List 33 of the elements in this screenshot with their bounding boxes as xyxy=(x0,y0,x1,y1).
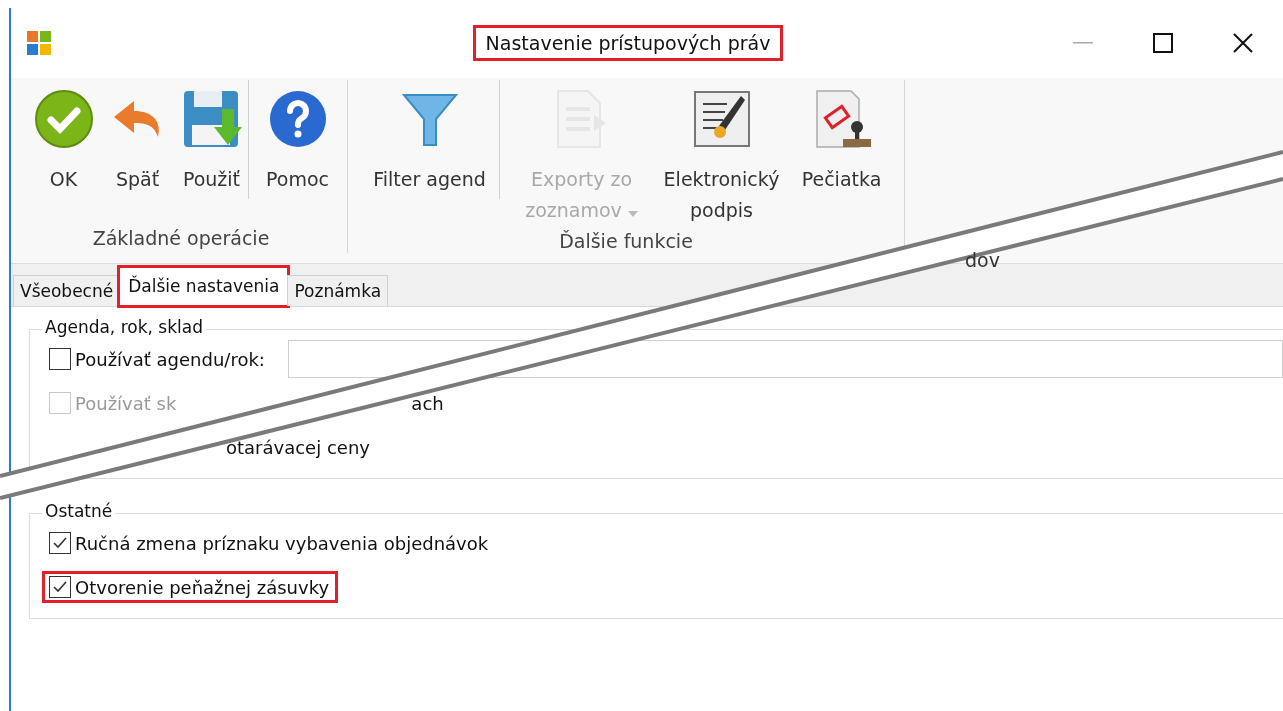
checkbox[interactable] xyxy=(49,576,71,598)
checkmark-icon xyxy=(33,89,94,149)
group-label: Ďalšie funkcie xyxy=(559,230,693,254)
maximize-icon xyxy=(1153,33,1173,53)
help-icon xyxy=(267,89,328,149)
tab[interactable]: Ďalšie nastavenia xyxy=(119,267,289,306)
checkbox-row[interactable]: Otvorenie peňažnej zásuvky xyxy=(42,571,339,603)
window-title: Nastavenie prístupových práv xyxy=(472,25,784,61)
dropdown-caret-icon xyxy=(627,211,638,217)
checkmark-icon xyxy=(52,580,68,594)
ribbon-button[interactable]: Pomoc xyxy=(261,80,335,199)
group-title: Agenda, rok, sklad xyxy=(42,317,206,337)
option-label: ach xyxy=(411,392,444,414)
checkmark-icon xyxy=(52,536,68,550)
ribbon-button[interactable]: OK xyxy=(27,80,101,199)
ribbon-button[interactable]: Pečiatka xyxy=(792,80,892,199)
checkbox-row[interactable]: Ručná zmena príznaku vybavenia objednávok xyxy=(42,527,498,559)
checkbox-row[interactable]: Používať agendu/rok: xyxy=(42,343,274,375)
minimize-icon xyxy=(1073,42,1093,44)
close-icon xyxy=(1233,33,1253,53)
ribbon-button[interactable]: Použiť xyxy=(175,80,249,199)
ribbon-button[interactable]: Späť xyxy=(101,80,175,199)
floppy-disk-icon xyxy=(181,89,242,149)
app-logo-icon xyxy=(25,29,53,57)
label-fragment: dov xyxy=(965,249,1000,271)
ribbon-button[interactable]: Elektronický podpis xyxy=(652,80,792,230)
tab[interactable]: Poznámka xyxy=(287,275,389,306)
pen-document-icon xyxy=(692,90,751,148)
option-label: otarávacej ceny xyxy=(226,436,370,458)
checkbox[interactable] xyxy=(49,532,71,554)
group-label: Základné operácie xyxy=(92,227,270,251)
checkbox[interactable] xyxy=(49,348,71,370)
ribbon-button[interactable]: Filter agend xyxy=(360,80,500,199)
